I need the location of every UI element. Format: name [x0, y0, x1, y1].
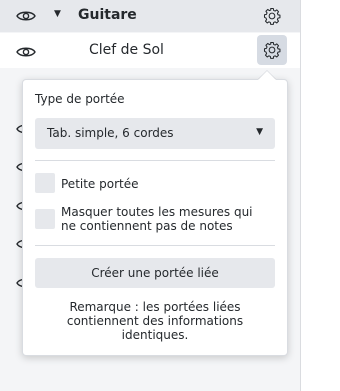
- instrument-row-guitare[interactable]: ▼ Guitare: [0, 0, 300, 32]
- small-staff-checkbox[interactable]: [35, 173, 55, 193]
- hide-empty-measures-checkbox[interactable]: [35, 209, 55, 229]
- staff-settings-popup: Type de portée Tab. simple, 6 cordes ▼ P…: [22, 79, 288, 356]
- small-staff-label: Petite portée: [61, 177, 139, 191]
- hide-empty-measures-label-line2: ne contiennent pas de notes: [61, 219, 233, 233]
- create-linked-staff-label: Créer une portée liée: [91, 266, 219, 280]
- create-linked-staff-button[interactable]: Créer une portée liée: [35, 258, 275, 288]
- note-line: Remarque : les portées liées: [69, 300, 241, 314]
- divider: [35, 245, 275, 246]
- section-title: Type de portée: [35, 92, 125, 106]
- staff-row-clef-de-sol[interactable]: Clef de Sol: [0, 33, 300, 68]
- gear-icon: [263, 41, 281, 59]
- dropdown-selected-value: Tab. simple, 6 cordes: [47, 126, 174, 140]
- note-line: identiques.: [121, 328, 189, 342]
- panel-border: [300, 0, 301, 391]
- staff-settings-button[interactable]: [257, 35, 287, 65]
- expand-caret-icon[interactable]: ▼: [54, 9, 61, 19]
- divider: [35, 160, 275, 161]
- instrument-settings-button[interactable]: [257, 1, 287, 31]
- staff-name: Clef de Sol: [89, 42, 164, 58]
- popup-arrow-inner: [258, 71, 276, 80]
- hide-empty-measures-label-line1: Masquer toutes les mesures qui: [61, 205, 253, 219]
- staff-type-dropdown[interactable]: Tab. simple, 6 cordes ▼: [35, 118, 275, 149]
- visibility-eye-icon[interactable]: [16, 44, 36, 58]
- linked-staff-note: Remarque : les portées liées contiennent…: [35, 300, 275, 342]
- chevron-down-icon: ▼: [256, 127, 263, 137]
- instrument-name: Guitare: [78, 7, 137, 23]
- gear-icon: [263, 7, 281, 25]
- note-line: contiennent des informations: [66, 314, 244, 328]
- visibility-eye-icon[interactable]: [16, 8, 36, 22]
